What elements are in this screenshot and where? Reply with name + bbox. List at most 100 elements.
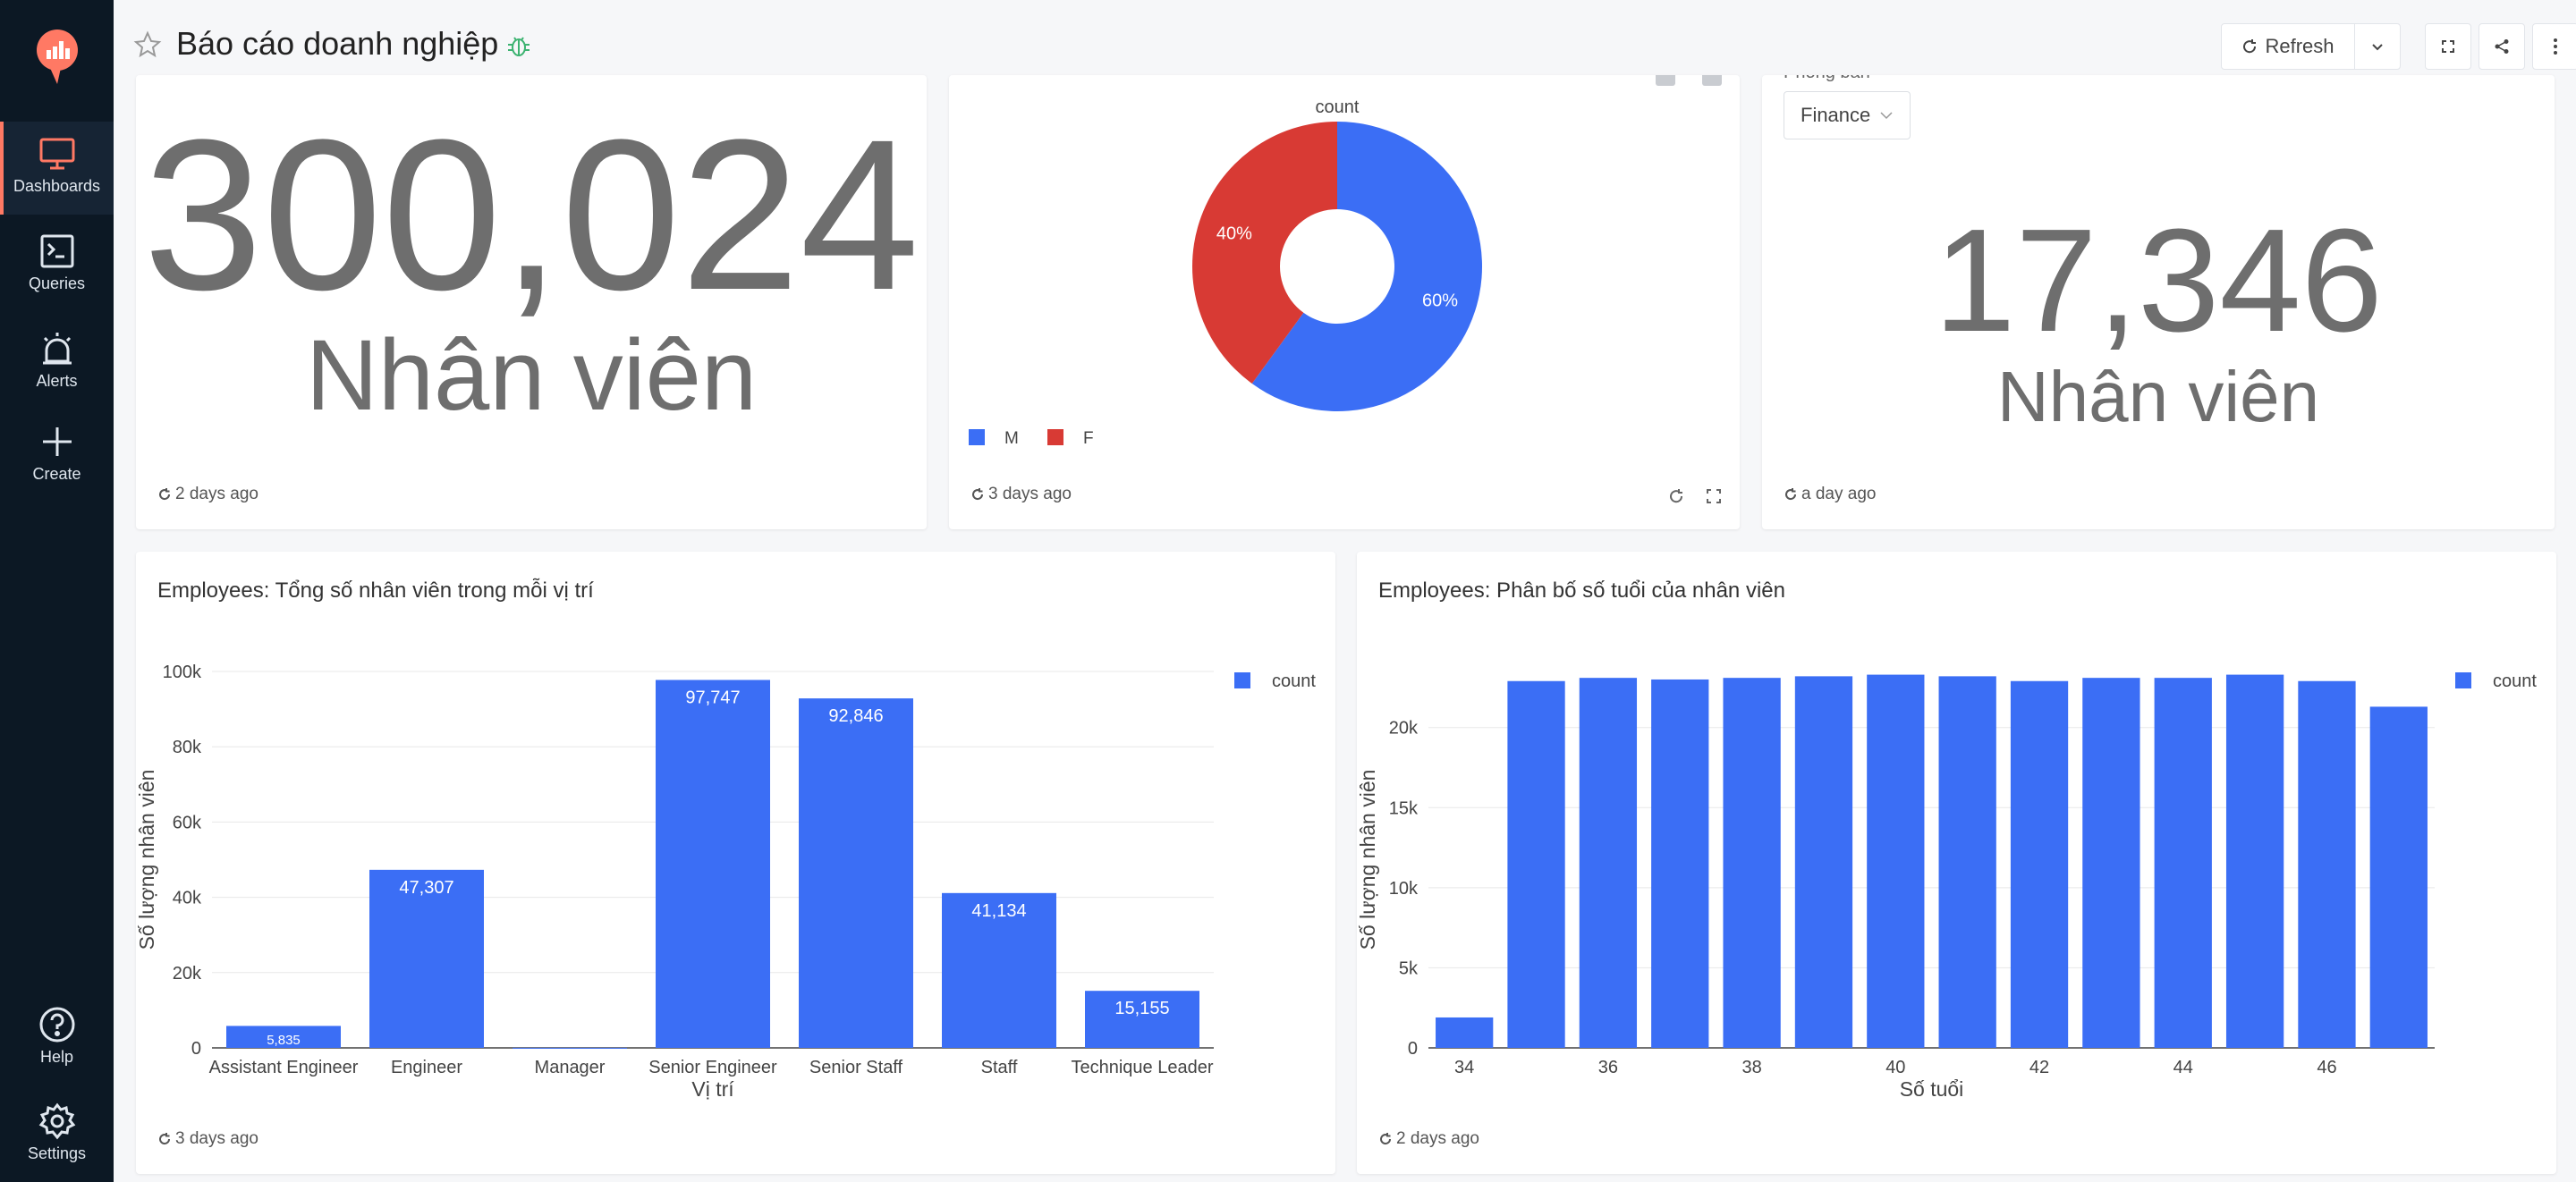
- widget-updated: 2 days ago: [1378, 1129, 1479, 1149]
- legend-swatch: [2455, 672, 2471, 688]
- widget-updated: a day ago: [1784, 485, 1876, 504]
- monitor-icon: [39, 138, 75, 170]
- refresh-label: Refresh: [2265, 35, 2334, 57]
- chevron-down-icon: [2372, 44, 2383, 51]
- bar: [2082, 678, 2140, 1048]
- legend-swatch: [1234, 672, 1250, 688]
- y-tick-label: 0: [1408, 1039, 1418, 1059]
- bar: [1938, 676, 1996, 1048]
- employees-total-widget: 300,024 Nhân viên 2 days ago: [136, 75, 927, 529]
- sidebar: Dashboards Queries Alerts Create Help Se…: [0, 0, 114, 1182]
- x-axis-label: Vị trí: [691, 1077, 734, 1101]
- nav-help[interactable]: Help: [0, 992, 114, 1085]
- page-title: Báo cáo doanh nghiệp: [176, 25, 499, 62]
- redash-logo-icon[interactable]: [34, 29, 80, 86]
- nav-queries[interactable]: Queries: [0, 219, 114, 312]
- x-tick-label: 42: [2029, 1058, 2049, 1077]
- y-tick-label: 0: [191, 1039, 201, 1059]
- x-tick-label: Senior Engineer: [648, 1058, 777, 1077]
- widget-updated: 3 days ago: [157, 1129, 258, 1149]
- bar-data-label: 97,747: [685, 688, 740, 707]
- help-icon: [39, 1007, 75, 1043]
- department-select[interactable]: Finance: [1784, 91, 1911, 139]
- y-tick-label: 10k: [1389, 879, 1419, 899]
- y-tick-label: 40k: [173, 889, 202, 908]
- x-tick-label: 46: [2317, 1058, 2336, 1077]
- fullscreen-button[interactable]: [2425, 23, 2471, 70]
- legend-swatch: [1047, 429, 1063, 445]
- parameter-label: Phòng ban: [1784, 75, 1870, 83]
- favorite-star-icon[interactable]: [133, 30, 162, 59]
- x-tick-label: 36: [1598, 1058, 1618, 1077]
- terminal-icon: [40, 234, 74, 268]
- bar: [1651, 679, 1709, 1048]
- legend-label: count: [2493, 671, 2537, 691]
- bar: [1794, 676, 1853, 1048]
- nav-create-label: Create: [32, 465, 81, 483]
- x-tick-label: 38: [1741, 1058, 1761, 1077]
- bar-data-label: 5,835: [267, 1033, 301, 1048]
- nav-dashboards[interactable]: Dashboards: [0, 122, 114, 215]
- chevron-down-icon: [1880, 112, 1893, 120]
- y-tick-label: 20k: [1389, 719, 1419, 739]
- more-options-button[interactable]: [2532, 23, 2576, 70]
- dashboard-header: Báo cáo doanh nghiệp Refresh: [114, 0, 2576, 75]
- pie-chart: count 60% 40% M F: [969, 97, 1482, 448]
- y-tick-label: 80k: [173, 738, 202, 757]
- x-tick-label: Engineer: [391, 1058, 462, 1077]
- x-tick-label: Senior Staff: [809, 1058, 903, 1077]
- alarm-icon: [43, 333, 72, 365]
- more-vertical-icon: [2554, 38, 2557, 55]
- nav-settings[interactable]: Settings: [0, 1089, 114, 1182]
- x-tick-label: Staff: [981, 1058, 1018, 1077]
- bar: [1867, 674, 1925, 1048]
- bar: [1723, 678, 1781, 1048]
- bar-data-label: 15,155: [1114, 999, 1169, 1018]
- y-axis-label: Số lượng nhân viên: [136, 770, 158, 950]
- counter-suffix: Nhân viên: [1996, 357, 2320, 436]
- nav-create[interactable]: Create: [0, 409, 114, 502]
- widget-updated-label: 2 days ago: [1396, 1129, 1479, 1148]
- nav-dashboards-label: Dashboards: [13, 177, 101, 195]
- department-counter-widget: Phòng ban Finance 17,346 Nhân viên a day…: [1762, 75, 2555, 529]
- refresh-icon[interactable]: [1668, 488, 1684, 504]
- ages-bar-chart: 0 5k 10k 15k 20k 34 36 38 40 42 44 46 Số tuổi Số lượn…: [1357, 671, 2537, 1101]
- expand-icon[interactable]: [1706, 488, 1722, 504]
- bug-icon: [508, 37, 530, 56]
- bar: [1436, 1017, 1494, 1048]
- bar-data-label: 41,134: [971, 901, 1026, 921]
- nav-alerts-label: Alerts: [36, 372, 78, 390]
- bar: [513, 1047, 627, 1049]
- refresh-button[interactable]: Refresh: [2221, 23, 2355, 70]
- y-tick-label: 20k: [173, 964, 202, 984]
- bar: [2369, 706, 2428, 1048]
- fullscreen-icon: [2442, 40, 2454, 53]
- nav-alerts[interactable]: Alerts: [0, 317, 114, 409]
- refresh-schedule-dropdown[interactable]: [2354, 23, 2401, 70]
- x-axis-label: Số tuổi: [1900, 1077, 1964, 1101]
- counter-value: 17,346: [1934, 198, 2383, 362]
- nav-queries-label: Queries: [28, 274, 86, 292]
- x-tick-label: Technique Leader: [1071, 1058, 1213, 1077]
- widget-updated: 2 days ago: [157, 485, 258, 504]
- x-tick-label: 40: [1885, 1058, 1905, 1077]
- refresh-icon: [1785, 488, 1797, 501]
- y-tick-label: 100k: [163, 663, 202, 682]
- y-tick-label: 5k: [1399, 958, 1419, 978]
- counter-value: 300,024: [143, 95, 919, 334]
- refresh-icon: [2243, 39, 2257, 54]
- department-select-value: Finance: [1801, 104, 1871, 126]
- legend-swatch: [969, 429, 985, 445]
- y-tick-label: 60k: [173, 813, 202, 832]
- y-tick-label: 15k: [1389, 798, 1419, 818]
- pie-slice-label: 40%: [1216, 224, 1252, 244]
- x-tick-label: 34: [1454, 1058, 1474, 1077]
- widget-footer-actions: [1668, 488, 1722, 504]
- bar-data-label: 92,846: [828, 706, 883, 726]
- x-tick-label: Assistant Engineer: [209, 1058, 359, 1077]
- share-button[interactable]: [2479, 23, 2525, 70]
- pie-slice-label: 60%: [1422, 291, 1458, 310]
- positions-bar-chart: 0 20k 40k 60k 80k 100k 5,835 Assistant Engineer…: [136, 663, 1316, 1101]
- plus-icon: [43, 427, 72, 456]
- nav-settings-label: Settings: [27, 1144, 87, 1162]
